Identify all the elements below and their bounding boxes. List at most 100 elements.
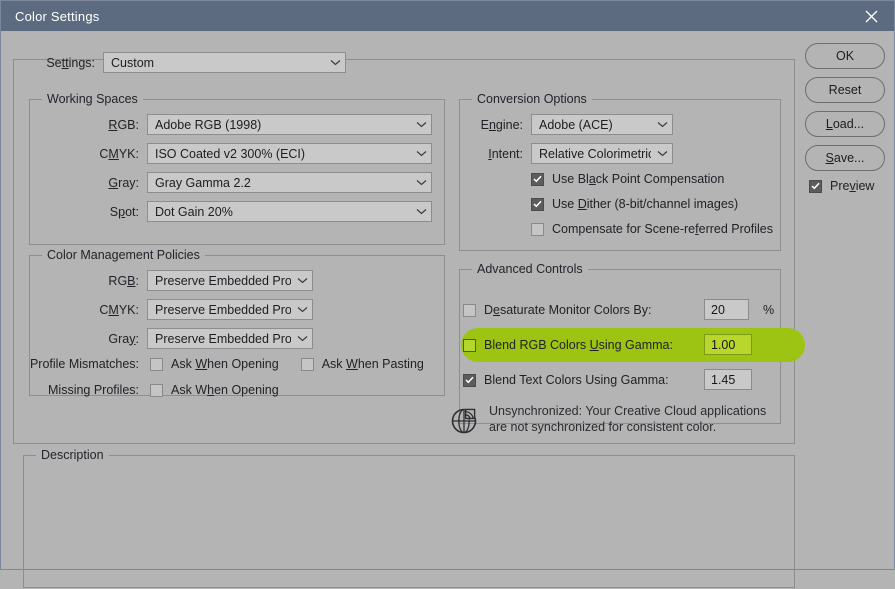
desaturate-monitor-colors-checkbox[interactable]: Desaturate Monitor Colors By: [463, 303, 651, 317]
description-group: Description [23, 448, 795, 588]
chevron-down-icon [416, 150, 427, 157]
settings-select[interactable]: Custom [103, 52, 346, 73]
checkbox[interactable] [531, 197, 544, 211]
preview-checkbox[interactable]: Preview [809, 179, 885, 193]
conversion-options-title: Conversion Options [472, 92, 592, 106]
checkbox[interactable] [809, 179, 822, 193]
working-spaces-row-cmyk: CMYK: ISO Coated v2 300% (ECI) [29, 143, 432, 164]
use-dither-checkbox[interactable]: Use Dither (8-bit/channel images) [531, 197, 738, 211]
checkbox-label: Desaturate Monitor Colors By: [484, 303, 652, 317]
checkbox[interactable] [150, 383, 163, 397]
main-area: Settings: Custom Working Spaces RGB: Ado… [13, 41, 805, 589]
chevron-down-icon [657, 121, 668, 128]
working-spaces-select-gray[interactable]: Gray Gamma 2.2 [147, 172, 432, 193]
profile-mismatches-ask-pasting[interactable]: Ask When Pasting [300, 357, 424, 371]
checkbox[interactable] [150, 357, 163, 371]
working-spaces-row-spot: Spot: Dot Gain 20% [29, 201, 432, 222]
conversion-intent-select[interactable]: Relative Colorimetric [531, 143, 673, 164]
missing-profiles-row: Missing Profiles: Ask When Opening [29, 383, 279, 397]
policies-value-gray: Preserve Embedded Profiles [155, 331, 291, 346]
load-button[interactable]: Load... [805, 111, 885, 137]
sync-status-text: Unsynchronized: Your Creative Cloud appl… [489, 404, 767, 434]
policies-select-cmyk[interactable]: Preserve Embedded Profiles [147, 299, 313, 320]
reset-button[interactable]: Reset [805, 77, 885, 103]
dialog-content: Settings: Custom Working Spaces RGB: Ado… [1, 31, 894, 588]
ok-button[interactable]: OK [805, 43, 885, 69]
working-spaces-label-cmyk: CMYK: [99, 146, 139, 161]
checkbox[interactable] [300, 357, 314, 371]
chevron-down-icon [297, 335, 308, 342]
working-spaces-title: Working Spaces [42, 92, 143, 106]
conversion-engine-value: Adobe (ACE) [539, 117, 613, 132]
blend-text-gamma-value: 1.45 [711, 372, 736, 387]
color-settings-dialog: Color Settings Settings: Custom Working … [0, 0, 895, 588]
advanced-controls-title: Advanced Controls [472, 262, 588, 276]
blend-rgb-colors-using-gamma-input[interactable]: 1.00 [704, 334, 752, 355]
working-spaces-value-rgb: Adobe RGB (1998) [155, 117, 262, 132]
description-title: Description [36, 448, 109, 462]
description-body [24, 456, 794, 484]
desaturate-percent-unit: % [763, 303, 775, 317]
working-spaces-row-gray: Gray: Gray Gamma 2.2 [29, 172, 432, 193]
working-spaces-row-rgb: RGB: Adobe RGB (1998) [29, 114, 432, 135]
title-bar: Color Settings [1, 1, 894, 31]
working-spaces-value-cmyk: ISO Coated v2 300% (ECI) [155, 146, 306, 161]
working-spaces-label-gray: Gray: [108, 175, 139, 190]
blend-rgb-colors-using-gamma-checkbox[interactable]: Blend RGB Colors Using Gamma: [463, 338, 673, 352]
checkbox[interactable] [463, 338, 476, 352]
policies-select-gray[interactable]: Preserve Embedded Profiles [147, 328, 313, 349]
chevron-down-icon [297, 306, 308, 313]
working-spaces-select-rgb[interactable]: Adobe RGB (1998) [147, 114, 432, 135]
missing-profiles-ask-opening[interactable]: Ask When Opening [150, 383, 279, 397]
policies-row-rgb: RGB: Preserve Embedded Profiles [29, 270, 313, 291]
checkbox-label: Ask When Opening [171, 383, 279, 397]
working-spaces-select-cmyk[interactable]: ISO Coated v2 300% (ECI) [147, 143, 432, 164]
save-button[interactable]: Save... [805, 145, 885, 171]
conversion-engine-label: Engine: [480, 117, 523, 132]
color-sync-icon [449, 405, 479, 438]
close-button[interactable] [848, 1, 894, 31]
checkbox-label: Preview [830, 179, 875, 193]
conversion-engine-row: Engine: Adobe (ACE) [463, 114, 673, 135]
checkbox[interactable] [531, 172, 544, 186]
chevron-down-icon [416, 121, 427, 128]
policies-label-rgb: RGB: [108, 273, 139, 288]
checkbox[interactable] [463, 303, 476, 317]
policies-value-cmyk: Preserve Embedded Profiles [155, 302, 291, 317]
checkbox-label: Compensate for Scene-referred Profiles [552, 222, 773, 236]
color-management-policies-title: Color Management Policies [42, 248, 205, 262]
policies-value-rgb: Preserve Embedded Profiles [155, 273, 291, 288]
profile-mismatches-row: Profile Mismatches: Ask When Opening Ask… [29, 357, 424, 371]
working-spaces-label-spot: Spot: [109, 204, 139, 219]
policies-row-gray: Gray: Preserve Embedded Profiles [29, 328, 313, 349]
policies-label-gray: Gray: [108, 331, 139, 346]
checkbox-label: Ask When Opening [171, 357, 279, 371]
profile-mismatches-ask-opening[interactable]: Ask When Opening [150, 357, 279, 371]
desaturate-monitor-colors-value: 20 [711, 302, 725, 317]
checkbox-label: Use Black Point Compensation [552, 172, 725, 186]
checkbox-label: Blend Text Colors Using Gamma: [484, 373, 669, 387]
settings-row: Settings: Custom [33, 52, 346, 73]
conversion-intent-row: Intent: Relative Colorimetric [463, 143, 673, 164]
chevron-down-icon [416, 208, 427, 215]
compensate-scene-referred-checkbox[interactable]: Compensate for Scene-referred Profiles [531, 222, 773, 236]
use-black-point-compensation-checkbox[interactable]: Use Black Point Compensation [531, 172, 724, 186]
chevron-down-icon [657, 150, 668, 157]
sync-status-notice: Unsynchronized: Your Creative Cloud appl… [449, 403, 789, 438]
desaturate-monitor-colors-input[interactable]: 20 [704, 299, 749, 320]
chevron-down-icon [297, 277, 308, 284]
chevron-down-icon [416, 179, 427, 186]
blend-text-colors-using-gamma-checkbox[interactable]: Blend Text Colors Using Gamma: [463, 373, 669, 387]
policies-label-cmyk: CMYK: [99, 302, 139, 317]
checkbox[interactable] [463, 373, 476, 387]
dialog-button-column: OK Reset Load... Save... Preview [805, 43, 885, 193]
close-icon [865, 10, 878, 23]
missing-profiles-label: Missing Profiles: [48, 383, 139, 397]
checkbox[interactable] [531, 222, 544, 236]
working-spaces-select-spot[interactable]: Dot Gain 20% [147, 201, 432, 222]
checkbox-label: Ask When Pasting [321, 357, 424, 371]
conversion-engine-select[interactable]: Adobe (ACE) [531, 114, 673, 135]
blend-text-colors-using-gamma-input[interactable]: 1.45 [704, 369, 752, 390]
policies-select-rgb[interactable]: Preserve Embedded Profiles [147, 270, 313, 291]
settings-select-value: Custom [111, 55, 155, 70]
